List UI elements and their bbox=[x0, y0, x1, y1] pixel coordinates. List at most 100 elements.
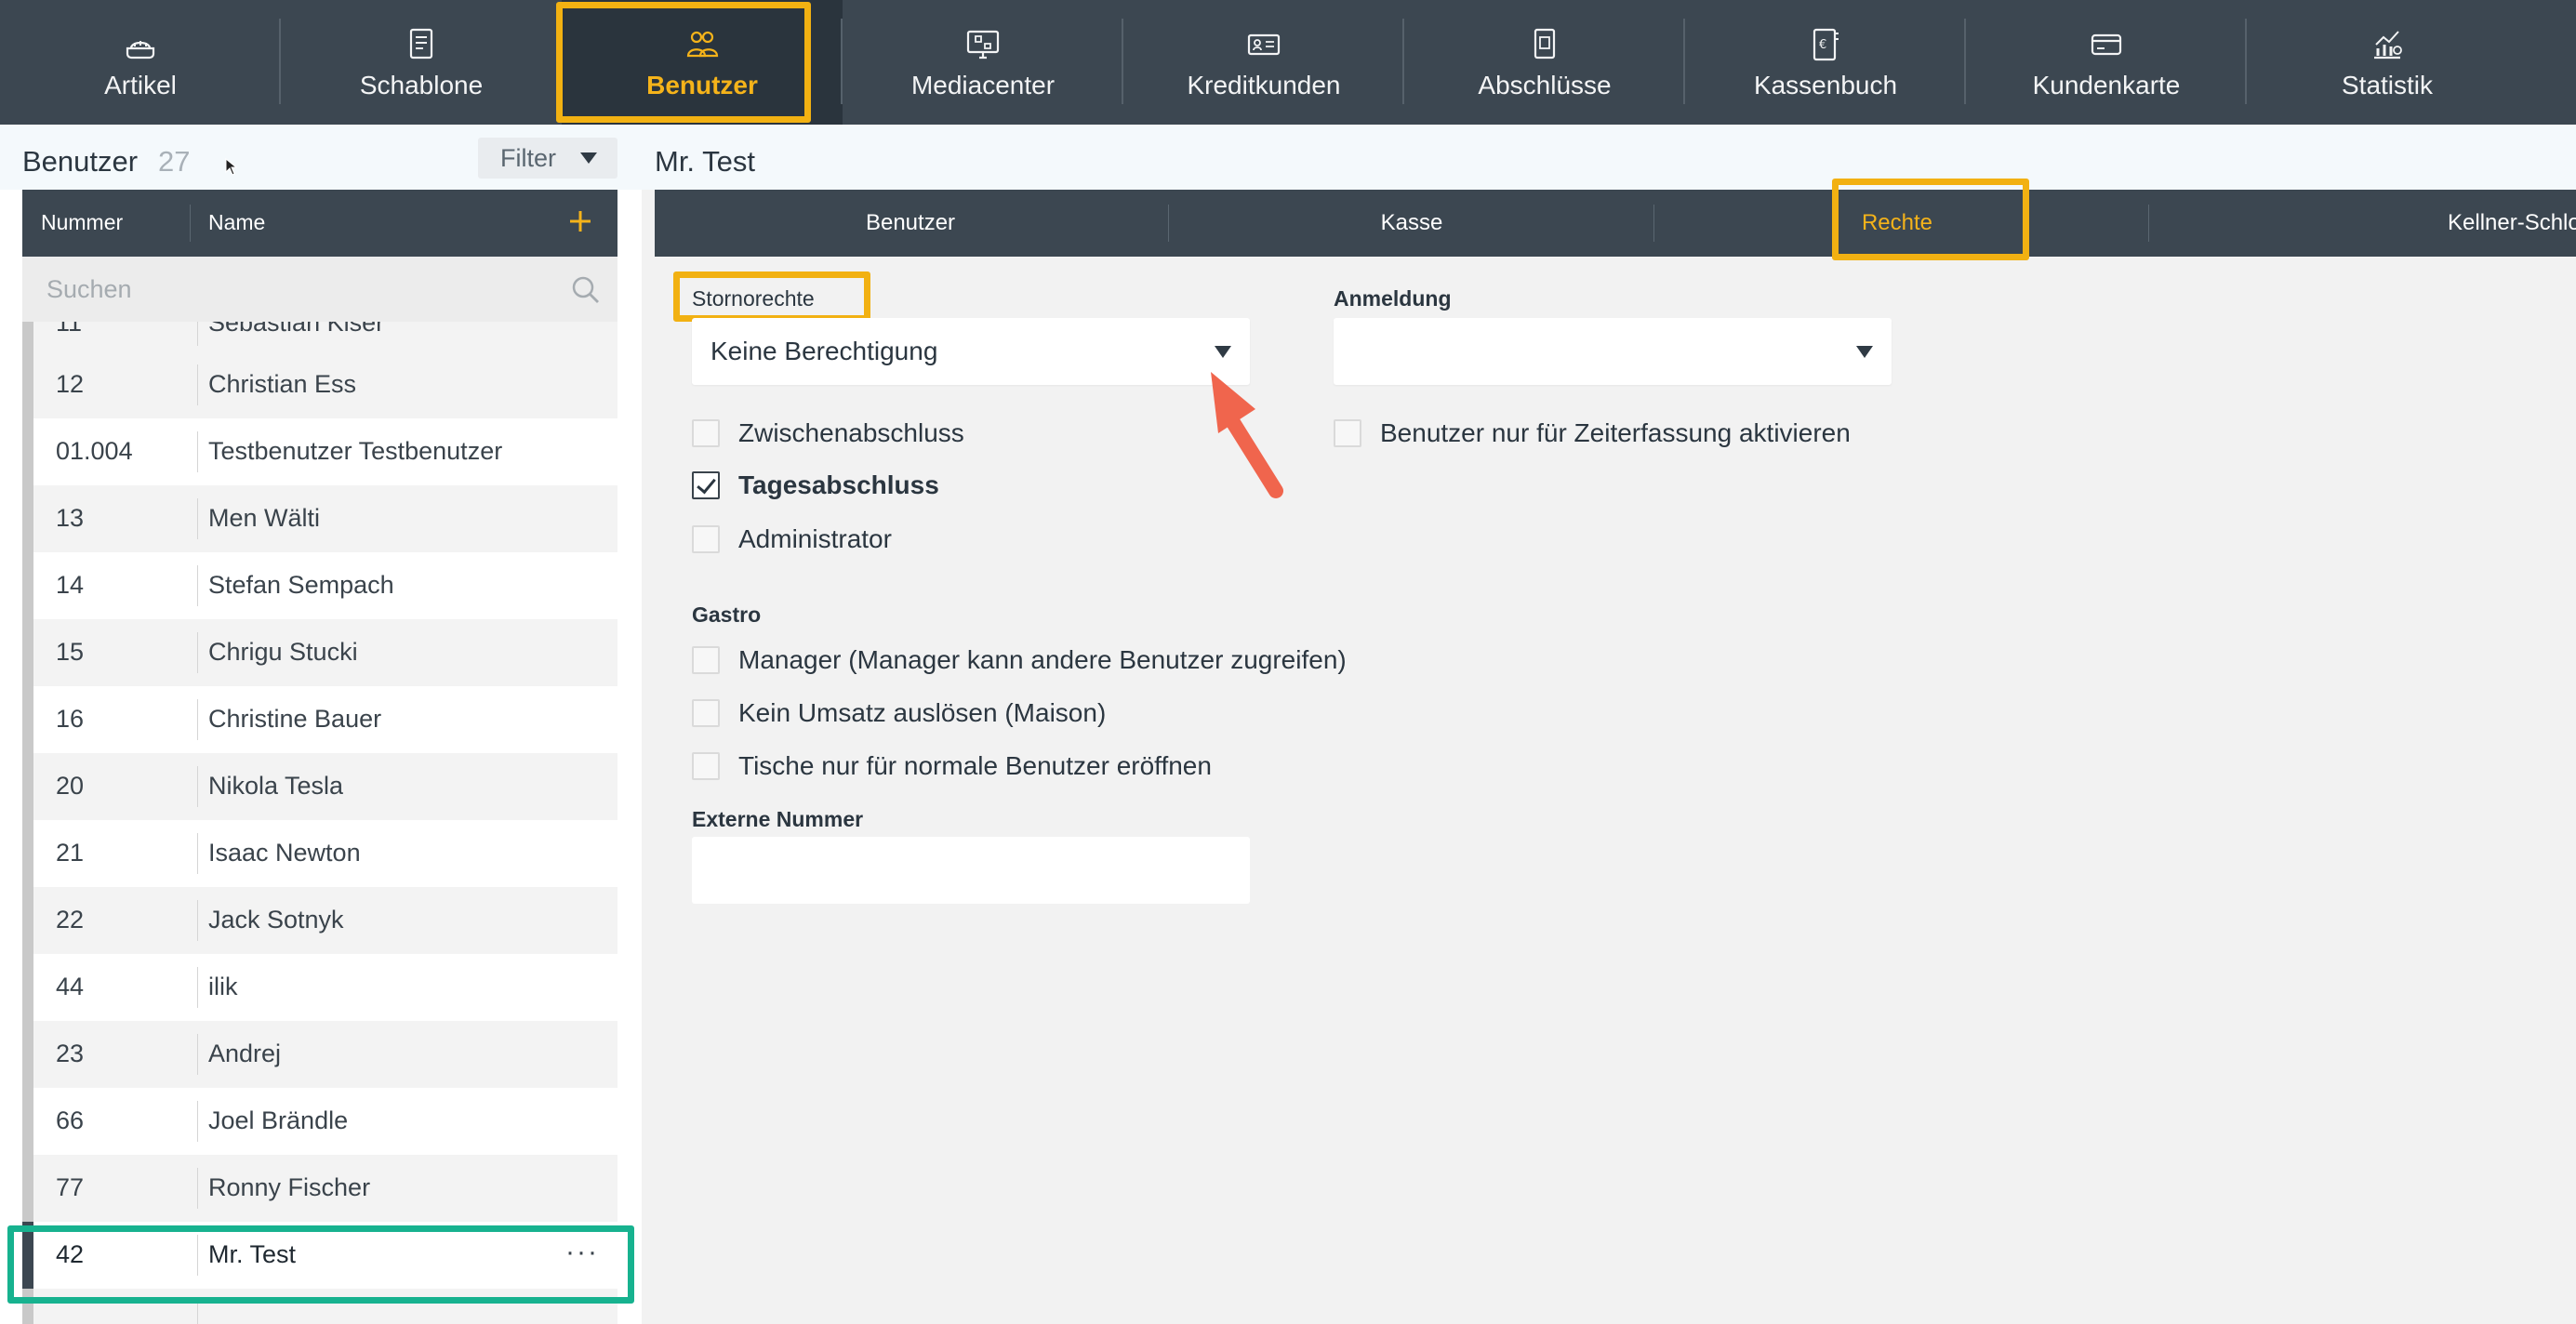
user-number: 44 bbox=[56, 973, 85, 1000]
nav-label: Mediacenter bbox=[910, 71, 1056, 99]
checkbox-manager[interactable]: Manager (Manager kann andere Benutzer zu… bbox=[692, 642, 1347, 679]
row-divider bbox=[197, 699, 198, 740]
nav-kreditkunden[interactable]: Kreditkunden bbox=[1123, 0, 1404, 125]
row-divider bbox=[197, 1302, 198, 1324]
anmeldung-select[interactable] bbox=[1334, 318, 1892, 385]
checkbox-kein-umsatz[interactable]: Kein Umsatz auslösen (Maison) bbox=[692, 695, 1106, 732]
checkbox[interactable] bbox=[692, 752, 720, 780]
highlight-benutzer-nav bbox=[556, 2, 811, 123]
list-item[interactable]: 01.004 Testbenutzer Testbenutzer bbox=[22, 418, 617, 485]
checkbox-zeiterfassung[interactable]: Benutzer nur für Zeiterfassung aktiviere… bbox=[1334, 415, 1851, 452]
checkbox-tagesabschluss[interactable]: Tagesabschluss bbox=[692, 467, 939, 504]
nav-schablone[interactable]: Schablone bbox=[281, 0, 562, 125]
list-count: 27 bbox=[158, 145, 191, 178]
tab-kasse[interactable]: Kasse bbox=[1170, 190, 1653, 257]
row-divider bbox=[197, 1101, 198, 1142]
row-divider bbox=[197, 900, 198, 941]
list-item[interactable]: 13 Men Wälti bbox=[22, 485, 617, 552]
user-name: Jack Sotnyk bbox=[208, 906, 344, 933]
tab-divider bbox=[1168, 205, 1169, 242]
row-divider bbox=[197, 632, 198, 673]
chevron-down-icon bbox=[1856, 346, 1873, 358]
checkbox-zwischenabschluss[interactable]: Zwischenabschluss bbox=[692, 415, 964, 452]
template-document-icon bbox=[409, 28, 433, 60]
row-divider bbox=[197, 1034, 198, 1075]
list-item[interactable]: 11 Sebastian Kiser bbox=[22, 322, 617, 351]
user-name: Ronny Fischer bbox=[208, 1173, 371, 1201]
list-item[interactable]: 20 Nikola Tesla bbox=[22, 753, 617, 820]
nav-artikel[interactable]: Artikel bbox=[0, 0, 281, 125]
nav-abschluesse[interactable]: Abschlüsse bbox=[1404, 0, 1685, 125]
row-divider bbox=[197, 322, 198, 346]
chevron-down-icon bbox=[580, 152, 597, 164]
tab-kellner-schloss[interactable]: Kellner-Schloss bbox=[2150, 190, 2576, 257]
user-number: 77 bbox=[56, 1173, 85, 1201]
checkbox[interactable] bbox=[692, 699, 720, 727]
add-user-icon[interactable] bbox=[562, 203, 599, 240]
checkbox-tische[interactable]: Tische nur für normale Benutzer eröffnen bbox=[692, 748, 1212, 785]
list-item[interactable]: 66 Joel Brändle bbox=[22, 1088, 617, 1155]
user-name: Nikola Tesla bbox=[208, 772, 344, 800]
detail-tabs: Benutzer Kasse Rechte Kellner-Schloss bbox=[655, 190, 2576, 257]
checkbox-label: Kein Umsatz auslösen (Maison) bbox=[738, 698, 1107, 727]
storno-value: Keine Berechtigung bbox=[710, 337, 938, 365]
checkbox[interactable] bbox=[1334, 419, 1361, 447]
list-item[interactable]: 22 Jack Sotnyk bbox=[22, 887, 617, 954]
user-name: Andrej bbox=[208, 1039, 282, 1067]
checkbox-checked[interactable] bbox=[692, 471, 720, 499]
svg-text:€: € bbox=[1819, 38, 1826, 52]
filter-dropdown[interactable]: Filter bbox=[478, 138, 617, 179]
search-input[interactable] bbox=[22, 257, 580, 322]
list-item[interactable]: 16 Christine Bauer bbox=[22, 686, 617, 753]
mouse-cursor-icon bbox=[225, 158, 238, 176]
user-number: 12 bbox=[56, 370, 85, 398]
checkbox[interactable] bbox=[692, 419, 720, 447]
checkbox-label: Tische nur für normale Benutzer eröffnen bbox=[738, 751, 1212, 780]
list-item[interactable]: 77 Ronny Fischer bbox=[22, 1155, 617, 1222]
nav-statistik[interactable]: Statistik bbox=[2247, 0, 2528, 125]
nav-mediacenter[interactable]: Mediacenter bbox=[843, 0, 1123, 125]
tab-divider bbox=[2148, 205, 2149, 242]
user-name: Isaac Newton bbox=[208, 839, 361, 867]
column-name[interactable]: Name bbox=[208, 210, 265, 235]
list-item[interactable]: 21 Isaac Newton bbox=[22, 820, 617, 887]
row-divider bbox=[197, 364, 198, 405]
user-number: 23 bbox=[56, 1039, 85, 1067]
nav-label: Schablone bbox=[359, 71, 484, 99]
customer-card-icon bbox=[2091, 33, 2122, 56]
storno-select[interactable]: Keine Berechtigung bbox=[692, 318, 1250, 385]
row-divider bbox=[197, 565, 198, 606]
search-icon[interactable] bbox=[571, 275, 601, 305]
user-number: 66 bbox=[56, 1106, 85, 1134]
checkbox-label: Administrator bbox=[738, 524, 892, 553]
row-divider bbox=[197, 498, 198, 539]
tab-benutzer[interactable]: Benutzer bbox=[655, 190, 1166, 257]
nav-kassenbuch[interactable]: € Kassenbuch bbox=[1685, 0, 1966, 125]
externe-nummer-input[interactable] bbox=[692, 837, 1250, 904]
list-item[interactable]: 44 ilik bbox=[22, 954, 617, 1021]
user-number: 13 bbox=[56, 504, 85, 532]
statistics-icon bbox=[2374, 31, 2402, 60]
nav-kundenkarte[interactable]: Kundenkarte bbox=[1966, 0, 2247, 125]
checkbox-administrator[interactable]: Administrator bbox=[692, 521, 892, 558]
tab-divider bbox=[1653, 205, 1654, 242]
list-item[interactable]: 15 Chrigu Stucki bbox=[22, 619, 617, 686]
row-divider bbox=[197, 833, 198, 874]
checkbox[interactable] bbox=[692, 525, 720, 553]
user-number: 14 bbox=[56, 571, 85, 599]
list-header-bar: Benutzer 27 Filter bbox=[0, 125, 642, 190]
user-name: Christian Ess bbox=[208, 370, 357, 398]
list-item[interactable]: 14 Stefan Sempach bbox=[22, 552, 617, 619]
gastro-label: Gastro bbox=[692, 602, 762, 627]
checkbox[interactable] bbox=[692, 646, 720, 674]
row-divider bbox=[197, 431, 198, 472]
highlight-storno-label bbox=[673, 271, 870, 322]
list-item[interactable]: 23 Andrej bbox=[22, 1021, 617, 1088]
list-item[interactable]: 12 Christian Ess bbox=[22, 351, 617, 418]
list-title: Benutzer bbox=[22, 145, 139, 178]
media-monitor-icon bbox=[966, 30, 1000, 60]
column-number[interactable]: Nummer bbox=[41, 210, 123, 235]
row-divider bbox=[197, 967, 198, 1008]
checkbox-label: Zwischenabschluss bbox=[738, 418, 964, 447]
top-navigation: Artikel Schablone Benutzer Mediacenter K… bbox=[0, 0, 2576, 125]
